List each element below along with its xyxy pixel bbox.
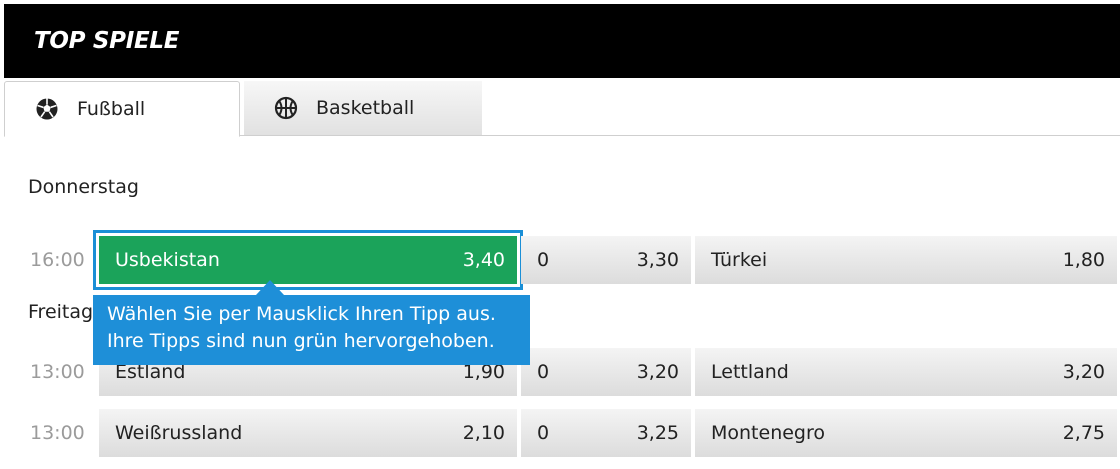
home-team: Usbekistan: [115, 249, 220, 271]
away-odd-button[interactable]: Montenegro 2,75: [695, 409, 1117, 457]
sport-tabs: Fußball Basketball: [4, 78, 1120, 137]
tooltip-line: Wählen Sie per Mausklick Ihren Tipp aus.: [107, 303, 496, 325]
home-odd: 2,10: [462, 422, 505, 444]
home-odd-button[interactable]: Weißrussland 2,10: [99, 409, 517, 457]
match-time: 13:00: [30, 361, 85, 383]
away-team: Montenegro: [711, 422, 826, 444]
home-odd-button[interactable]: Usbekistan 3,40: [93, 230, 523, 290]
draw-label: 0: [537, 422, 550, 444]
draw-odd-button[interactable]: 0 3,25: [521, 409, 691, 457]
draw-odd-button[interactable]: 0 3,20: [521, 348, 691, 396]
tab-basketball[interactable]: Basketball: [244, 81, 482, 135]
tooltip-arrow: [256, 280, 284, 295]
draw-odd-button[interactable]: 0 3,30: [521, 236, 691, 284]
home-team: Weißrussland: [115, 422, 243, 444]
selection-tooltip: Wählen Sie per Mausklick Ihren Tipp aus.…: [93, 295, 530, 365]
away-odd: 2,75: [1062, 422, 1105, 444]
away-odd-button[interactable]: Lettland 3,20: [695, 348, 1117, 396]
match-row: 13:00 Weißrussland 2,10 0 3,25 Montenegr…: [0, 409, 1120, 457]
draw-label: 0: [537, 361, 550, 383]
match-time: 16:00: [30, 249, 85, 271]
tab-fussball[interactable]: Fußball: [4, 81, 240, 137]
match-row: 16:00 Usbekistan 3,40 0 3,30 Türkei 1,80: [0, 230, 1120, 290]
day-label-freitag: Freitag: [28, 301, 94, 323]
tab-label: Basketball: [316, 97, 415, 119]
away-team: Lettland: [711, 361, 789, 383]
away-odd: 3,20: [1062, 361, 1105, 383]
day-label-donnerstag: Donnerstag: [28, 176, 139, 198]
away-odd-button[interactable]: Türkei 1,80: [695, 236, 1117, 284]
draw-label: 0: [537, 249, 550, 271]
draw-odd: 3,30: [636, 249, 679, 271]
home-odd: 3,40: [462, 249, 505, 271]
basketball-icon: [274, 96, 298, 120]
section-header: TOP SPIELE: [4, 4, 1120, 78]
away-odd: 1,80: [1062, 249, 1105, 271]
draw-odd: 3,20: [636, 361, 679, 383]
tab-label: Fußball: [77, 98, 146, 120]
draw-odd: 3,25: [636, 422, 679, 444]
soccer-ball-icon: [35, 97, 59, 121]
match-time: 13:00: [30, 422, 85, 444]
away-team: Türkei: [711, 249, 768, 271]
section-title: TOP SPIELE: [34, 28, 180, 54]
tooltip-line: Ihre Tipps sind nun grün hervorgehoben.: [107, 330, 495, 352]
